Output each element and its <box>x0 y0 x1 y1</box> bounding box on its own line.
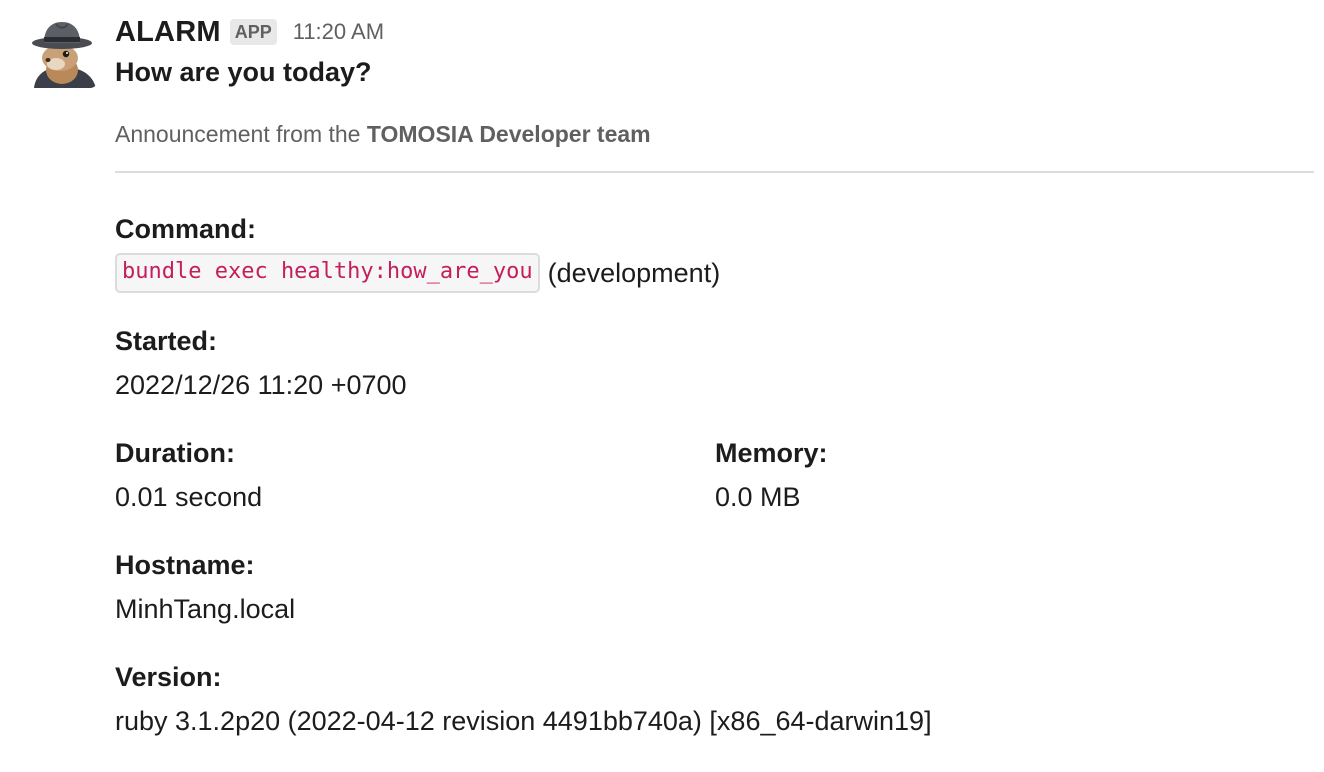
divider <box>115 171 1314 173</box>
command-env: (development) <box>547 257 721 288</box>
message-title: How are you today? <box>115 57 372 87</box>
command-code: bundle exec healthy:how_are_you <box>115 253 540 293</box>
app-badge: APP <box>229 19 277 45</box>
field-hostname: Hostname: MinhTang.local <box>115 549 295 625</box>
field-value-memory: 0.0 MB <box>715 482 801 512</box>
field-duration: Duration: 0.01 second <box>115 437 262 513</box>
field-version: Version: ruby 3.1.2p20 (2022-04-12 revis… <box>115 661 932 737</box>
field-started: Started: 2022/12/26 11:20 +0700 <box>115 325 407 401</box>
avatar[interactable] <box>26 16 98 88</box>
field-command: Command: bundle exec healthy:how_are_you… <box>115 213 720 293</box>
field-value-started: 2022/12/26 11:20 +0700 <box>115 370 407 400</box>
context-team: TOMOSIA Developer team <box>366 121 651 147</box>
field-label-command: Command: <box>115 214 256 244</box>
field-memory: Memory: 0.0 MB <box>715 437 828 513</box>
field-label-hostname: Hostname: <box>115 550 255 580</box>
field-label-started: Started: <box>115 326 218 356</box>
squirrel-avatar-icon <box>26 16 98 88</box>
message-timestamp[interactable]: 11:20 AM <box>293 19 384 45</box>
sender-name[interactable]: ALARM <box>115 16 221 49</box>
message-header: ALARM APP 11:20 AM <box>115 14 384 50</box>
field-value-duration: 0.01 second <box>115 482 263 512</box>
field-value-version: ruby 3.1.2p20 (2022-04-12 revision 4491b… <box>115 706 932 736</box>
field-label-version: Version: <box>115 662 222 692</box>
context-prefix: Announcement from the <box>115 121 361 147</box>
context-line: Announcement from the TOMOSIA Developer … <box>115 121 651 148</box>
field-value-hostname: MinhTang.local <box>115 594 296 624</box>
field-label-memory: Memory: <box>715 438 828 468</box>
field-label-duration: Duration: <box>115 438 235 468</box>
command-row: bundle exec healthy:how_are_you (develop… <box>115 253 720 293</box>
